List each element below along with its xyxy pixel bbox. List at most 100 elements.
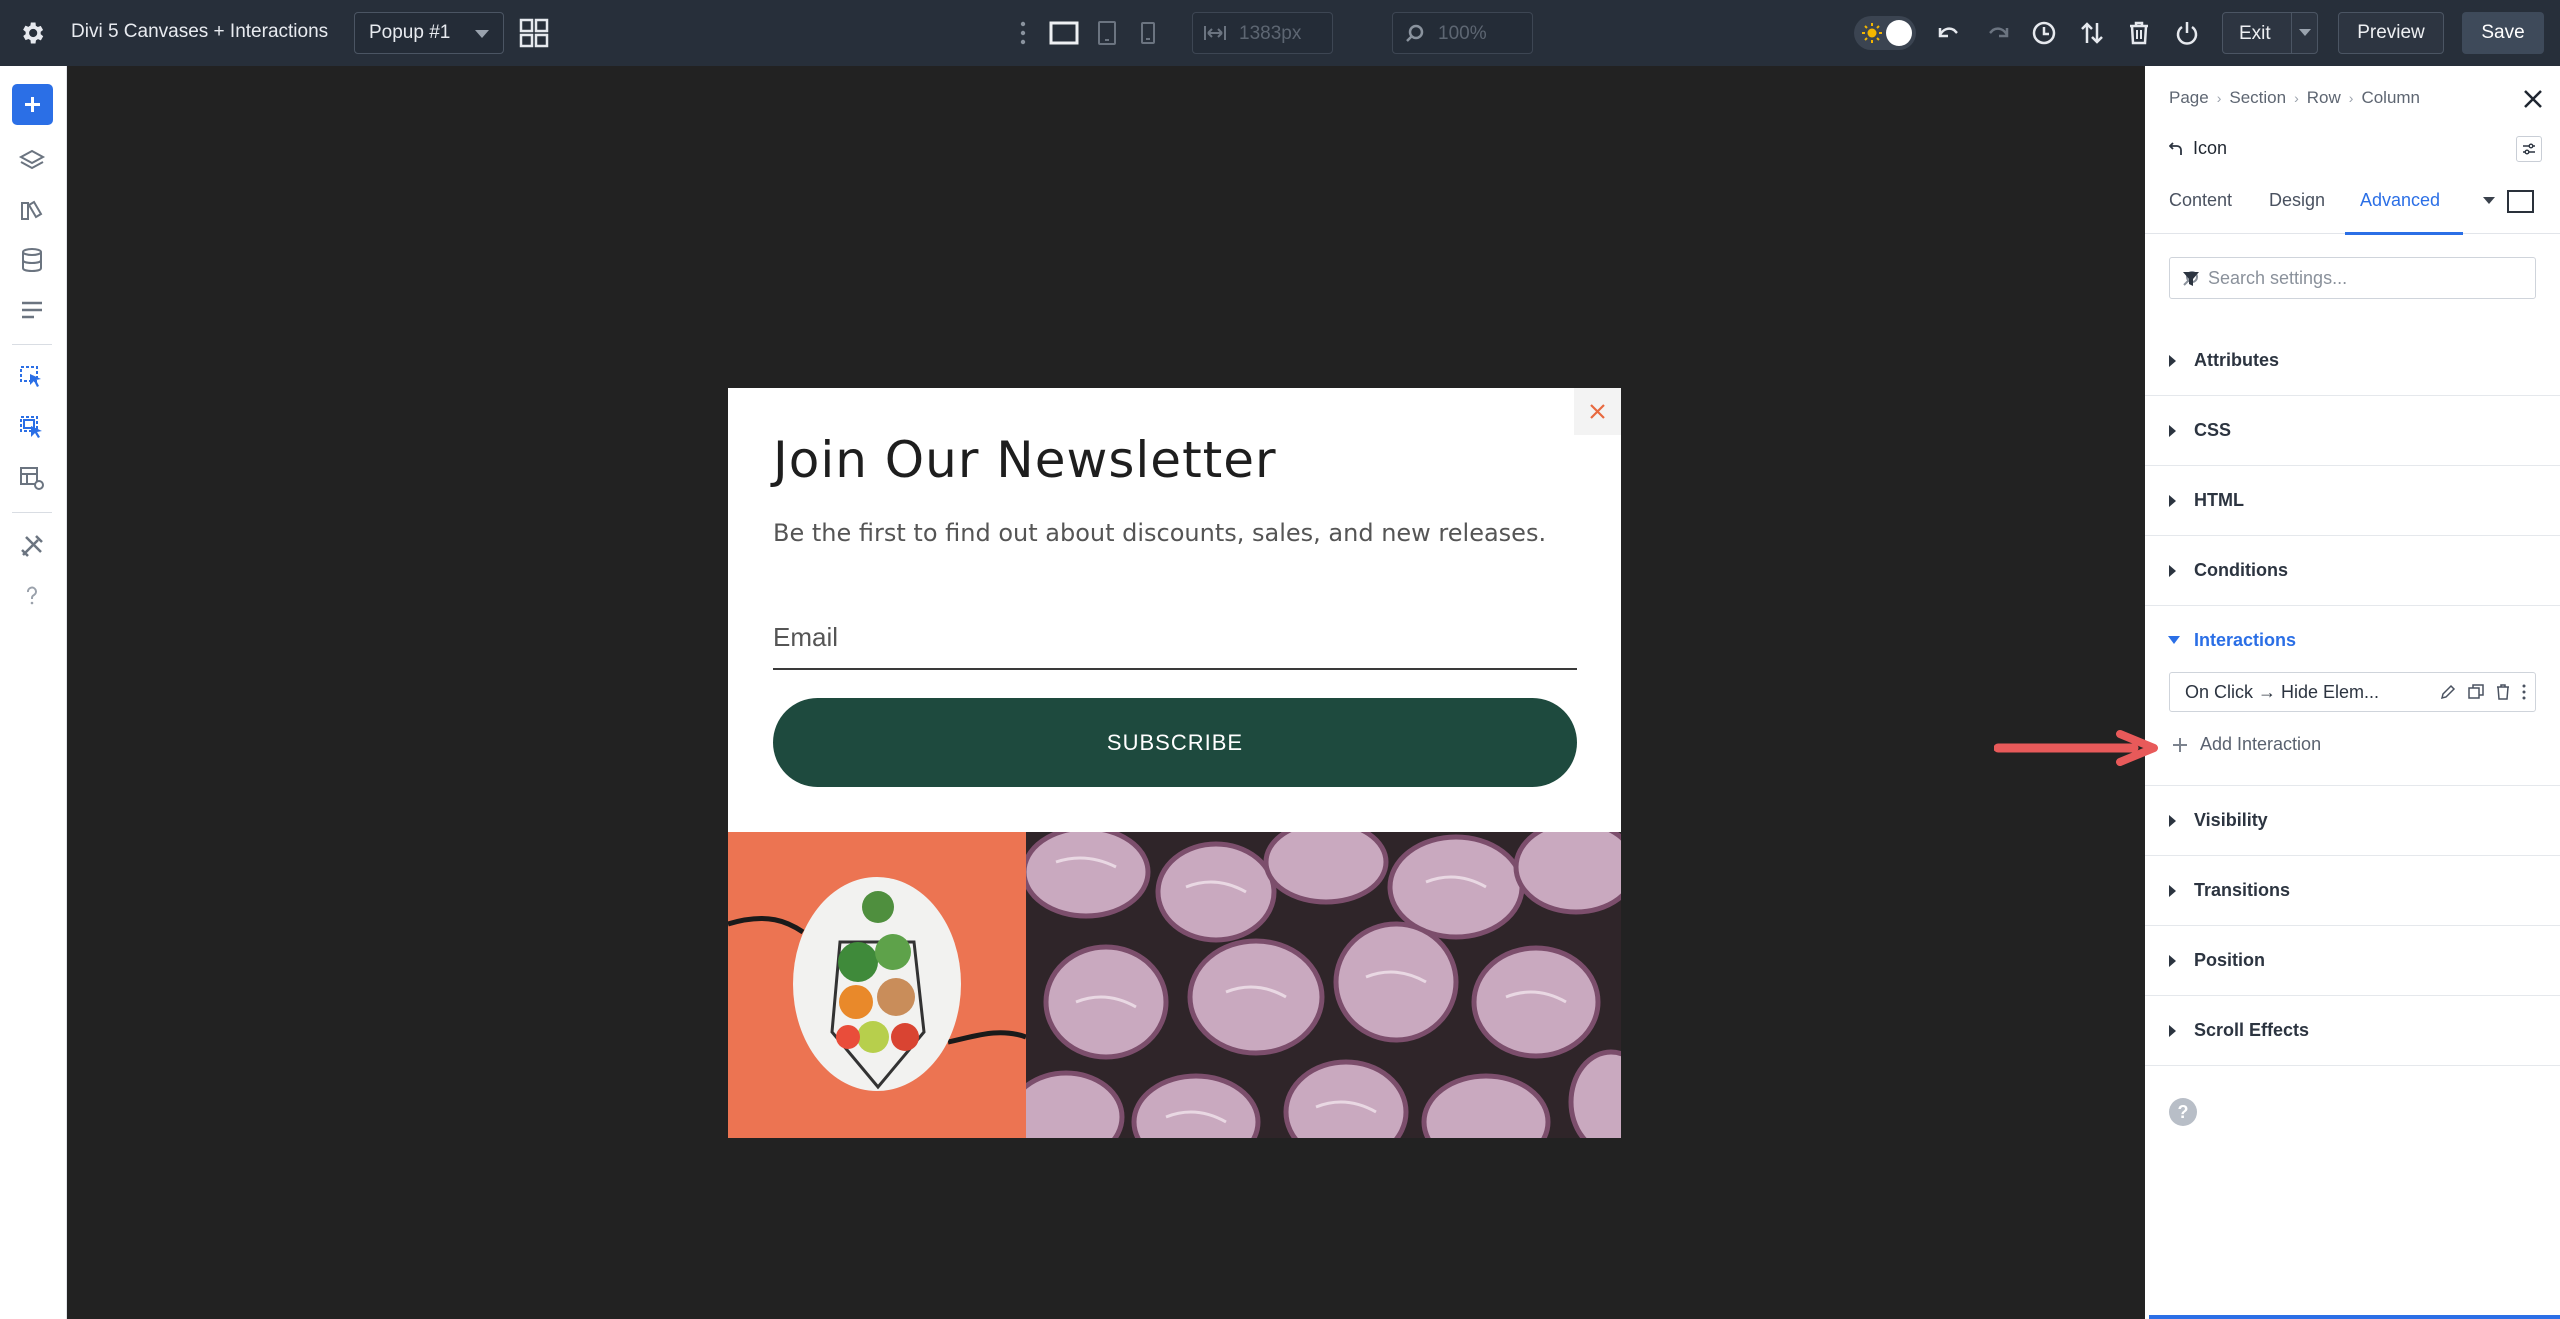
top-toolbar: Divi 5 Canvases + Interactions Popup #1 … — [0, 0, 2560, 66]
section-label: Interactions — [2194, 630, 2297, 650]
help-question-icon[interactable] — [18, 582, 46, 610]
section-scroll-effects[interactable]: Scroll Effects — [2145, 996, 2560, 1066]
trash-icon[interactable] — [2495, 683, 2511, 701]
save-button[interactable]: Save — [2462, 12, 2544, 54]
element-options-button[interactable] — [2516, 136, 2542, 162]
caret-right-icon — [2169, 355, 2176, 367]
settings-search-input[interactable]: Search settings... — [2169, 257, 2536, 299]
theme-toggle[interactable] — [1854, 16, 1916, 50]
section-conditions[interactable]: Conditions — [2145, 536, 2560, 606]
section-visibility[interactable]: Visibility — [2145, 786, 2560, 856]
caret-right-icon — [2169, 425, 2176, 437]
trash-icon[interactable] — [2124, 18, 2154, 48]
active-tab-indicator — [2345, 232, 2463, 235]
database-icon[interactable] — [18, 246, 46, 274]
section-html[interactable]: HTML — [2145, 466, 2560, 536]
duplicate-icon[interactable] — [2467, 683, 2485, 701]
breadcrumb-column[interactable]: Column — [2361, 88, 2420, 108]
zoom-value: 100% — [1438, 23, 1487, 44]
canvas-select[interactable]: Popup #1 — [354, 12, 504, 54]
vegetable-basket-illustration — [728, 877, 1026, 1091]
exit-button[interactable]: Exit — [2222, 12, 2318, 54]
filter-icon[interactable] — [2182, 270, 2200, 288]
close-icon — [1590, 404, 1605, 419]
breadcrumb-section[interactable]: Section — [2229, 88, 2286, 108]
section-css[interactable]: CSS — [2145, 396, 2560, 466]
interaction-group-icon[interactable] — [18, 414, 46, 442]
more-vertical-icon[interactable] — [2521, 683, 2527, 701]
popup-close-button[interactable] — [1574, 388, 1621, 435]
section-transitions[interactable]: Transitions — [2145, 856, 2560, 926]
tab-advanced[interactable]: Advanced — [2360, 190, 2440, 211]
width-resize-icon — [1204, 26, 1226, 40]
layers-icon[interactable] — [18, 147, 46, 175]
caret-right-icon — [2169, 495, 2176, 507]
tablet-view-icon[interactable] — [1096, 18, 1118, 48]
section-label: HTML — [2194, 490, 2244, 510]
builder-canvas: Join Our Newsletter Be the first to find… — [68, 66, 2144, 1319]
element-header: Icon — [2169, 138, 2227, 159]
power-icon[interactable] — [2172, 18, 2202, 48]
settings-gear-icon[interactable] — [18, 19, 46, 47]
more-vertical-icon[interactable] — [1016, 18, 1030, 48]
sort-arrows-icon[interactable] — [2077, 18, 2107, 48]
undo-icon[interactable] — [1935, 18, 1965, 48]
breadcrumb-page[interactable]: Page — [2169, 88, 2209, 108]
close-icon[interactable] — [2522, 88, 2544, 110]
history-clock-icon[interactable] — [2029, 18, 2059, 48]
section-label: Transitions — [2194, 880, 2291, 900]
template-settings-icon[interactable] — [18, 464, 46, 492]
chevron-right-icon: › — [2216, 90, 2222, 106]
add-interaction-label: Add Interaction — [2200, 734, 2322, 754]
divider — [12, 512, 52, 513]
left-sidebar — [0, 66, 67, 1319]
preview-button[interactable]: Preview — [2338, 12, 2444, 54]
section-attributes[interactable]: Attributes — [2145, 326, 2560, 396]
section-position[interactable]: Position — [2145, 926, 2560, 996]
eggplant-photo — [1026, 832, 1621, 1138]
exit-label: Exit — [2239, 23, 2271, 44]
layout-sliders-icon[interactable] — [18, 296, 46, 324]
section-label: Scroll Effects — [2194, 1020, 2310, 1040]
edit-pencil-icon[interactable] — [2439, 683, 2457, 701]
redo-icon[interactable] — [1982, 18, 2012, 48]
chevron-right-icon: › — [2294, 90, 2299, 106]
interaction-pointer-icon[interactable] — [18, 364, 46, 392]
caret-right-icon — [2169, 815, 2176, 827]
canvas-width-field[interactable]: 1383px — [1192, 12, 1333, 54]
settings-panel: Page › Section › Row › Column Icon Conte… — [2145, 66, 2560, 1319]
theme-customizer-icon[interactable] — [18, 197, 46, 225]
search-placeholder: Search settings... — [2208, 268, 2348, 288]
tab-content[interactable]: Content — [2169, 190, 2232, 211]
breadcrumb: Page › Section › Row › Column — [2169, 88, 2420, 108]
popup-title: Join Our Newsletter — [773, 431, 1277, 489]
canvases-grid-icon[interactable] — [519, 18, 549, 48]
caret-right-icon — [2169, 1025, 2176, 1037]
desktop-view-icon[interactable] — [1049, 18, 1079, 48]
panel-bottom-bar — [2149, 1315, 2560, 1319]
plus-icon — [2173, 737, 2187, 752]
app-title: Divi 5 Canvases + Interactions — [71, 21, 329, 42]
chevron-down-icon[interactable] — [2299, 29, 2311, 36]
tab-design[interactable]: Design — [2269, 190, 2325, 211]
subscribe-button[interactable]: SUBSCRIBE — [773, 698, 1577, 787]
email-field[interactable]: Email — [773, 614, 1577, 670]
canvas-width-value: 1383px — [1239, 23, 1302, 44]
zoom-field[interactable]: 100% — [1392, 12, 1533, 54]
section-label: CSS — [2194, 420, 2232, 440]
help-icon[interactable]: ? — [2169, 1098, 2197, 1126]
add-element-button[interactable] — [12, 84, 53, 125]
caret-down-icon — [2168, 636, 2180, 644]
add-interaction-button[interactable]: Add Interaction — [2172, 734, 2321, 755]
hover-state-icon[interactable] — [2507, 190, 2534, 213]
breadcrumb-row[interactable]: Row — [2307, 88, 2341, 108]
back-arrow-icon[interactable] — [2169, 141, 2183, 156]
tools-icon[interactable] — [18, 532, 46, 560]
element-name: Icon — [2193, 138, 2228, 158]
sliders-icon — [2523, 143, 2535, 155]
vegetable-basket-image — [728, 832, 1026, 1138]
interaction-item[interactable]: On Click → Hide Elem... — [2169, 672, 2536, 712]
phone-view-icon[interactable] — [1138, 18, 1158, 48]
chevron-down-icon[interactable] — [2483, 197, 2495, 204]
annotation-arrow-icon — [1994, 730, 2158, 766]
